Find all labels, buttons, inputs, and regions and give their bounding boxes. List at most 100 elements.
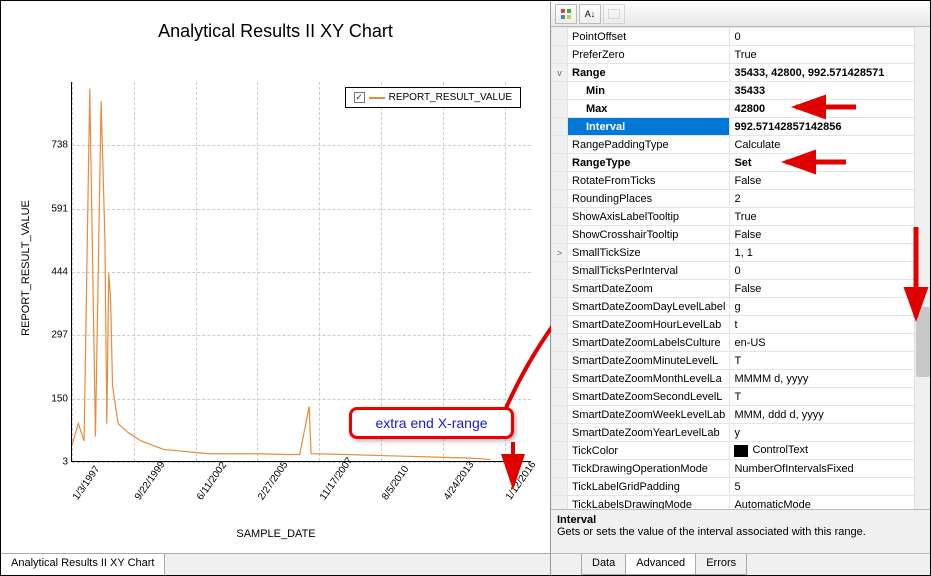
prop-name[interactable]: Max <box>568 100 730 118</box>
prop-row[interactable]: SmartDateZoomFalse <box>552 280 930 298</box>
prop-value[interactable]: 2 <box>730 190 930 208</box>
prop-value[interactable]: AutomaticMode <box>730 496 930 510</box>
prop-row[interactable]: Min35433 <box>552 82 930 100</box>
prop-row[interactable]: SmartDateZoomLabelsCultureen-US <box>552 334 930 352</box>
prop-value[interactable]: g <box>730 298 930 316</box>
prop-name[interactable]: SmartDateZoomYearLevelLab <box>568 424 730 442</box>
scrollbar-thumb[interactable] <box>916 307 930 377</box>
prop-value[interactable]: MMM, ddd d, yyyy <box>730 406 930 424</box>
tab-chart[interactable]: Analytical Results II XY Chart <box>1 554 165 575</box>
prop-value[interactable]: NumberOfIntervalsFixed <box>730 460 930 478</box>
prop-name[interactable]: SmallTickSize <box>568 244 730 262</box>
prop-name[interactable]: SmartDateZoomLabelsCulture <box>568 334 730 352</box>
prop-name[interactable]: Range <box>568 64 730 82</box>
prop-row[interactable]: SmartDateZoomYearLevelLaby <box>552 424 930 442</box>
prop-row[interactable]: Interval992.57142857142856 <box>552 118 930 136</box>
prop-name[interactable]: Min <box>568 82 730 100</box>
prop-name[interactable]: SmartDateZoomSecondLevelL <box>568 388 730 406</box>
prop-value[interactable]: 35433, 42800, 992.571428571 <box>730 64 930 82</box>
prop-row[interactable]: RoundingPlaces2 <box>552 190 930 208</box>
prop-value[interactable]: MMMM d, yyyy <box>730 370 930 388</box>
categorized-button[interactable] <box>555 4 577 24</box>
property-grid[interactable]: PointOffset0PreferZeroTruevRange35433, 4… <box>551 27 930 509</box>
prop-value[interactable]: T <box>730 388 930 406</box>
alphabetical-button[interactable]: A↓ <box>579 4 601 24</box>
prop-name[interactable]: TickDrawingOperationMode <box>568 460 730 478</box>
prop-name[interactable]: TickLabelGridPadding <box>568 478 730 496</box>
tab-advanced[interactable]: Advanced <box>625 554 696 575</box>
prop-name[interactable]: TickLabelsDrawingMode <box>568 496 730 510</box>
prop-value[interactable]: ControlText <box>730 442 930 460</box>
prop-name[interactable]: RotateFromTicks <box>568 172 730 190</box>
prop-value[interactable]: Calculate <box>730 136 930 154</box>
x-tick: 8/5/2010 <box>380 464 411 502</box>
chart-legend[interactable]: ✓ REPORT_RESULT_VALUE <box>345 87 521 108</box>
prop-value[interactable]: T <box>730 352 930 370</box>
prop-row[interactable]: ShowAxisLabelTooltipTrue <box>552 208 930 226</box>
prop-row[interactable]: PointOffset0 <box>552 28 930 46</box>
expand-icon[interactable]: > <box>552 244 568 262</box>
prop-row[interactable]: Max42800 <box>552 100 930 118</box>
prop-value[interactable]: t <box>730 316 930 334</box>
prop-value[interactable]: 1, 1 <box>730 244 930 262</box>
prop-value[interactable]: False <box>730 280 930 298</box>
prop-name[interactable]: Interval <box>568 118 730 136</box>
prop-name[interactable]: RangePaddingType <box>568 136 730 154</box>
tab-data[interactable]: Data <box>581 554 626 575</box>
prop-name[interactable]: SmartDateZoomDayLevelLabel <box>568 298 730 316</box>
prop-row[interactable]: >SmallTickSize1, 1 <box>552 244 930 262</box>
prop-value[interactable]: True <box>730 208 930 226</box>
prop-row[interactable]: TickDrawingOperationModeNumberOfInterval… <box>552 460 930 478</box>
prop-name[interactable]: SmartDateZoomMonthLevelLa <box>568 370 730 388</box>
prop-row[interactable]: RotateFromTicksFalse <box>552 172 930 190</box>
prop-value[interactable]: en-US <box>730 334 930 352</box>
prop-name[interactable]: TickColor <box>568 442 730 460</box>
prop-row[interactable]: TickColorControlText <box>552 442 930 460</box>
prop-name[interactable]: SmartDateZoomWeekLevelLab <box>568 406 730 424</box>
prop-name[interactable]: ShowCrosshairTooltip <box>568 226 730 244</box>
prop-row[interactable]: SmartDateZoomHourLevelLabt <box>552 316 930 334</box>
legend-checkbox[interactable]: ✓ <box>354 92 365 103</box>
prop-value[interactable]: False <box>730 172 930 190</box>
prop-value[interactable]: 35433 <box>730 82 930 100</box>
prop-row[interactable]: SmartDateZoomMonthLevelLaMMMM d, yyyy <box>552 370 930 388</box>
prop-name[interactable]: RoundingPlaces <box>568 190 730 208</box>
prop-value[interactable]: 42800 <box>730 100 930 118</box>
prop-row[interactable]: RangeTypeSet <box>552 154 930 172</box>
tab-errors[interactable]: Errors <box>695 554 747 575</box>
prop-value[interactable]: 0 <box>730 28 930 46</box>
prop-name[interactable]: SmartDateZoomMinuteLevelL <box>568 352 730 370</box>
prop-name[interactable]: SmartDateZoom <box>568 280 730 298</box>
prop-value[interactable]: 5 <box>730 478 930 496</box>
prop-name[interactable]: RangeType <box>568 154 730 172</box>
prop-row[interactable]: PreferZeroTrue <box>552 46 930 64</box>
prop-row[interactable]: SmartDateZoomMinuteLevelLT <box>552 352 930 370</box>
plot-area[interactable]: ✓ REPORT_RESULT_VALUE <box>71 82 531 462</box>
prop-row[interactable]: TickLabelGridPadding5 <box>552 478 930 496</box>
prop-row[interactable]: SmartDateZoomSecondLevelLT <box>552 388 930 406</box>
property-pages-button[interactable] <box>603 4 625 24</box>
expand-icon[interactable]: v <box>552 64 568 82</box>
prop-name[interactable]: SmartDateZoomHourLevelLab <box>568 316 730 334</box>
prop-value[interactable]: 0 <box>730 262 930 280</box>
prop-name[interactable]: SmallTicksPerInterval <box>568 262 730 280</box>
expand-icon <box>552 28 568 46</box>
prop-row[interactable]: SmallTicksPerInterval0 <box>552 262 930 280</box>
prop-value[interactable]: True <box>730 46 930 64</box>
prop-name[interactable]: PointOffset <box>568 28 730 46</box>
prop-name[interactable]: ShowAxisLabelTooltip <box>568 208 730 226</box>
prop-value[interactable]: 992.57142857142856 <box>730 118 930 136</box>
prop-row[interactable]: SmartDateZoomDayLevelLabelg <box>552 298 930 316</box>
scrollbar[interactable] <box>914 27 930 509</box>
prop-value[interactable]: False <box>730 226 930 244</box>
prop-value[interactable]: Set <box>730 154 930 172</box>
prop-value[interactable]: y <box>730 424 930 442</box>
expand-icon <box>552 316 568 334</box>
prop-row[interactable]: RangePaddingTypeCalculate <box>552 136 930 154</box>
prop-row[interactable]: TickLabelsDrawingModeAutomaticMode <box>552 496 930 510</box>
prop-row[interactable]: SmartDateZoomWeekLevelLabMMM, ddd d, yyy… <box>552 406 930 424</box>
prop-row[interactable]: ShowCrosshairTooltipFalse <box>552 226 930 244</box>
prop-row[interactable]: vRange35433, 42800, 992.571428571 <box>552 64 930 82</box>
annotation-box: extra end X-range <box>349 407 514 439</box>
prop-name[interactable]: PreferZero <box>568 46 730 64</box>
